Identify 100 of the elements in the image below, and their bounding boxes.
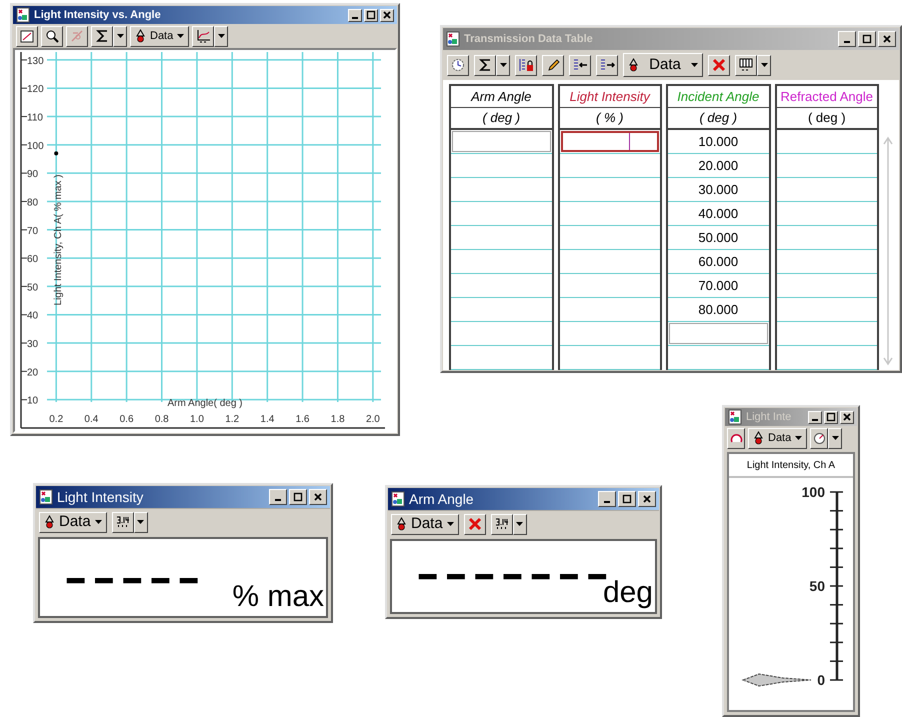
dropdown-button[interactable] <box>496 54 510 76</box>
maximize-icon <box>365 9 377 21</box>
data-dropdown-button[interactable]: Data <box>39 512 107 532</box>
maximize-button[interactable] <box>364 8 378 22</box>
minimize-button[interactable] <box>269 489 287 505</box>
dropdown-button[interactable] <box>134 512 148 532</box>
gauge-icon <box>812 432 826 444</box>
meter-settings-button[interactable] <box>810 428 828 448</box>
caret-icon <box>94 520 102 524</box>
selected-cell[interactable] <box>452 131 550 152</box>
dropdown-button[interactable] <box>113 26 127 46</box>
display-format-button[interactable] <box>112 512 134 532</box>
data-point <box>54 151 58 156</box>
y-tick-label: 90 <box>27 169 38 180</box>
examine-icon <box>70 29 84 43</box>
window-title: Light Inte <box>746 410 792 425</box>
table-cell[interactable]: 30.000 <box>668 178 768 202</box>
app-icon <box>728 409 742 425</box>
minimize-button[interactable] <box>348 8 362 22</box>
table-cell[interactable]: 20.000 <box>668 154 768 178</box>
x-axis-label: Arm Angle( deg ) <box>167 398 243 409</box>
maximize-icon <box>292 491 304 503</box>
table-cell[interactable]: 70.000 <box>668 274 768 298</box>
caret-icon <box>795 436 802 440</box>
close-button[interactable] <box>380 8 394 22</box>
dropdown-button[interactable] <box>828 428 842 448</box>
clock-icon <box>451 58 465 72</box>
table-cell[interactable]: 80.000 <box>668 298 768 322</box>
maximize-icon <box>621 493 633 505</box>
x-tick-label: 0.6 <box>120 414 134 425</box>
table-cell[interactable]: 60.000 <box>668 250 768 274</box>
lock-column-button[interactable] <box>515 54 537 76</box>
examine-button[interactable] <box>66 26 88 46</box>
x-tick-label: 2.0 <box>366 414 380 425</box>
delete-icon <box>712 58 726 72</box>
insert-row-button[interactable] <box>569 54 591 76</box>
y-tick-label: 110 <box>27 112 43 124</box>
meter-caption: Light Intensity, Ch A <box>729 454 853 478</box>
close-button[interactable] <box>309 489 327 505</box>
statistics-button[interactable] <box>474 54 496 76</box>
clock-button[interactable] <box>447 54 469 76</box>
autoscale-button[interactable] <box>16 26 38 46</box>
column-header[interactable]: Light Intensity <box>560 86 660 108</box>
probe-icon <box>628 58 639 72</box>
table-cell[interactable]: 10.000 <box>668 130 768 154</box>
table-cell[interactable]: 40.000 <box>668 202 768 226</box>
edit-button[interactable] <box>542 54 564 76</box>
data-dropdown-button[interactable]: Data <box>748 428 808 448</box>
data-dropdown-button[interactable]: Data <box>391 514 459 534</box>
column-header[interactable]: Refracted Angle <box>776 86 877 108</box>
close-icon <box>381 9 393 21</box>
window-title: Arm Angle <box>409 490 474 509</box>
x-tick-label: 0.8 <box>154 414 169 425</box>
maximize-button[interactable] <box>858 31 876 47</box>
dropdown-button[interactable] <box>512 514 527 534</box>
display-format-button[interactable] <box>490 514 513 534</box>
scroll-arrow-icon <box>883 136 893 366</box>
scale-label: 0 <box>817 672 825 688</box>
dropdown-button[interactable] <box>214 26 228 46</box>
insert-row-icon <box>572 58 588 72</box>
data-dropdown-button[interactable]: Data <box>623 53 703 77</box>
close-button[interactable] <box>638 491 656 507</box>
table-cell[interactable]: 50.000 <box>668 226 768 250</box>
app-icon <box>446 31 460 47</box>
unit-label: % max <box>232 582 324 612</box>
y-tick-label: 40 <box>27 310 38 322</box>
editing-cell[interactable] <box>560 131 659 152</box>
close-icon <box>881 33 893 45</box>
table-settings-button[interactable] <box>735 54 757 76</box>
dropdown-button[interactable] <box>757 54 771 76</box>
append-row-icon <box>600 58 614 72</box>
caret-icon <box>500 63 506 67</box>
statistics-button[interactable] <box>91 26 113 46</box>
maximize-button[interactable] <box>824 410 838 424</box>
minimize-button[interactable] <box>598 491 616 507</box>
maximize-button[interactable] <box>618 491 636 507</box>
app-icon <box>391 491 405 507</box>
column-header[interactable]: Arm Angle <box>451 86 552 108</box>
data-dropdown-button[interactable]: Data <box>130 26 190 46</box>
y-tick-label: 60 <box>27 254 38 266</box>
delete-button[interactable] <box>708 54 730 76</box>
caret-icon <box>218 34 225 38</box>
close-button[interactable] <box>840 410 854 424</box>
delete-button[interactable] <box>464 514 486 534</box>
append-row-button[interactable] <box>596 54 618 76</box>
selected-cell[interactable] <box>669 323 768 344</box>
maximize-button[interactable] <box>289 489 307 505</box>
delete-icon <box>468 517 482 531</box>
y-tick-label: 70 <box>27 226 38 237</box>
minimize-icon <box>352 17 358 19</box>
minimize-button[interactable] <box>838 31 856 47</box>
meter-button[interactable] <box>727 428 745 448</box>
graph-settings-button[interactable] <box>192 26 214 46</box>
scale-label: 100 <box>802 484 825 500</box>
zoom-button[interactable] <box>41 26 63 46</box>
zoom-icon <box>45 29 59 43</box>
close-icon <box>641 493 653 505</box>
needle <box>742 673 812 687</box>
minimize-button[interactable] <box>808 410 822 424</box>
close-button[interactable] <box>878 31 896 47</box>
